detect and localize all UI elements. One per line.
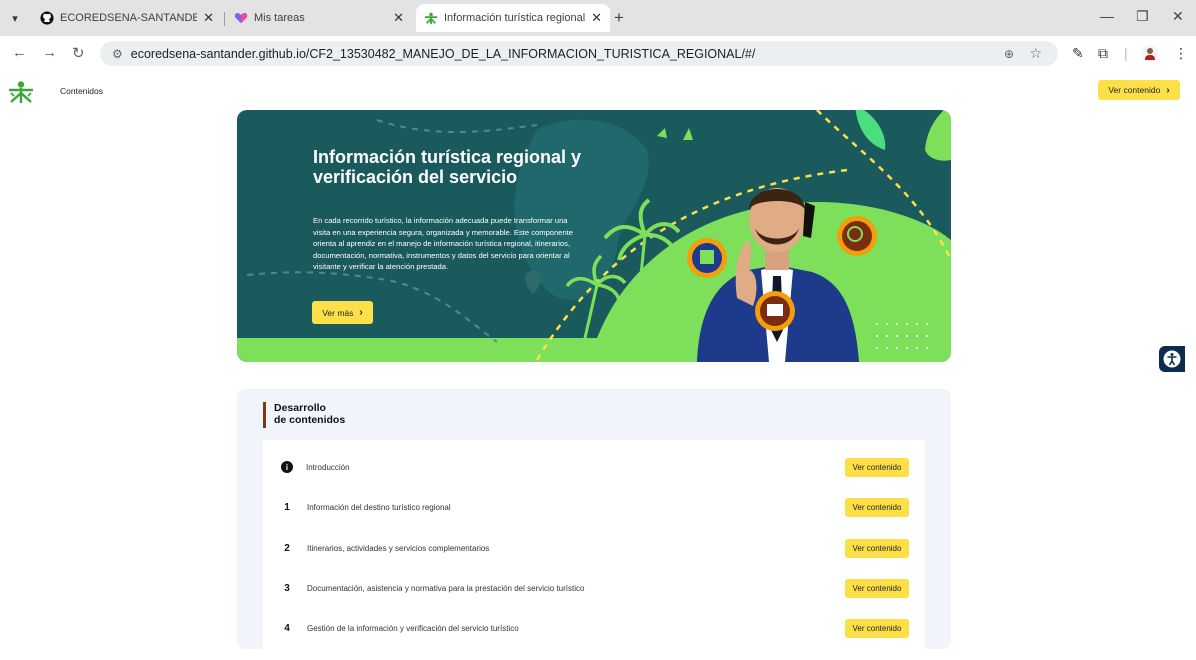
ver-contenido-top-button[interactable]: Ver contenido ›: [1098, 80, 1180, 100]
back-icon[interactable]: ←: [12, 44, 27, 61]
new-tab-button[interactable]: +: [614, 8, 624, 28]
accessibility-button[interactable]: [1159, 346, 1185, 372]
address-bar[interactable]: ⚙ ecoredsena-santander.github.io/CF2_135…: [100, 41, 1058, 66]
ver-mas-label: Ver más: [322, 307, 354, 318]
accessibility-icon: [1163, 350, 1181, 368]
ver-contenido-button[interactable]: Ver contenido: [845, 538, 909, 558]
url-text: ecoredsena-santander.github.io/CF2_13530…: [130, 46, 756, 61]
tab-title: ECOREDSENA-SANTANDER/CF2_1: [60, 12, 198, 24]
hero-banner: Información turística regional y verific…: [237, 110, 951, 362]
contents-title-line2: de contenidos: [274, 414, 346, 426]
list-item-introduccion[interactable]: i Introducción Ver contenido: [263, 447, 925, 487]
list-item-label: Itinerarios, actividades y servicios com…: [307, 543, 490, 553]
tab-title: Información turística regional y ve: [444, 12, 586, 24]
list-item-label: Gestión de la información y verificación…: [307, 623, 519, 633]
list-item-4[interactable]: 4 Gestión de la información y verificaci…: [263, 608, 925, 648]
list-item-number: 3: [284, 582, 290, 594]
list-item-3[interactable]: 3 Documentación, asistencia y normativa …: [263, 568, 925, 608]
sena-logo-icon[interactable]: [8, 80, 34, 104]
zoom-icon[interactable]: ⊕: [1004, 47, 1014, 61]
close-window-icon[interactable]: ✕: [1172, 8, 1184, 25]
tab-mis-tareas[interactable]: Mis tareas ✕: [226, 4, 412, 32]
tab-informacion-turistica[interactable]: Información turística regional y ve ✕: [416, 4, 610, 32]
restore-icon[interactable]: ❐: [1136, 8, 1149, 25]
contents-title: Desarrollo de contenidos: [274, 402, 345, 426]
contenidos-link[interactable]: Contenidos: [60, 86, 103, 96]
contents-title-line1: Desarrollo: [274, 402, 326, 414]
eyedropper-extension-icon[interactable]: ✎: [1072, 45, 1084, 62]
tab-title: Mis tareas: [254, 12, 305, 24]
github-icon: [40, 11, 54, 25]
list-item-number: 4: [284, 622, 290, 634]
ver-mas-button[interactable]: Ver más ›: [312, 301, 373, 324]
browser-toolbar: ← → ↻ ⚙ ecoredsena-santander.github.io/C…: [0, 36, 1196, 70]
ver-contenido-label: Ver contenido: [1108, 85, 1161, 95]
tab-github[interactable]: ECOREDSENA-SANTANDER/CF2_1 ✕: [32, 4, 222, 32]
profile-avatar-icon[interactable]: [1142, 45, 1158, 61]
tab-search-chevron-icon[interactable]: ▾: [6, 9, 24, 27]
list-item-label: Introducción: [306, 462, 350, 472]
close-tab-icon[interactable]: ✕: [393, 10, 404, 26]
minimize-icon[interactable]: —: [1100, 8, 1114, 24]
close-tab-icon[interactable]: ✕: [203, 10, 214, 26]
chevron-right-icon: ›: [1166, 84, 1170, 96]
ver-contenido-button[interactable]: Ver contenido: [845, 618, 909, 638]
forward-icon[interactable]: →: [42, 44, 57, 61]
extensions-puzzle-icon[interactable]: ⧉: [1098, 45, 1108, 62]
site-settings-icon[interactable]: ⚙: [112, 47, 123, 61]
ver-contenido-button[interactable]: Ver contenido: [845, 457, 909, 477]
contents-panel: Desarrollo de contenidos i Introducción …: [237, 389, 951, 660]
info-icon: i: [281, 461, 293, 473]
close-tab-icon[interactable]: ✕: [591, 10, 602, 26]
list-item-label: Información del destino turístico region…: [307, 502, 451, 512]
ver-contenido-button[interactable]: Ver contenido: [845, 497, 909, 517]
ver-contenido-button[interactable]: Ver contenido: [845, 578, 909, 598]
bookmark-star-icon[interactable]: ☆: [1029, 45, 1042, 62]
hero-description: En cada recorrido turístico, la informac…: [313, 216, 574, 272]
sena-icon: [424, 12, 438, 25]
hero-title: Información turística regional y verific…: [313, 147, 582, 187]
browser-tab-bar: ▾ ECOREDSENA-SANTANDER/CF2_1 ✕ Mis tarea…: [0, 0, 1196, 36]
list-item-1[interactable]: 1 Información del destino turístico regi…: [263, 487, 925, 527]
list-item-label: Documentación, asistencia y normativa pa…: [307, 583, 585, 593]
toolbar-divider: |: [1124, 45, 1128, 61]
list-item-2[interactable]: 2 Itinerarios, actividades y servicios c…: [263, 528, 925, 568]
tab-separator: [224, 12, 225, 26]
title-accent-bar: [263, 402, 266, 428]
browser-menu-icon[interactable]: ⋮: [1174, 45, 1188, 62]
heart-icon: [234, 12, 248, 24]
contents-list: i Introducción Ver contenido 1 Informaci…: [263, 440, 925, 660]
chevron-right-icon: ›: [359, 307, 363, 318]
reload-icon[interactable]: ↻: [72, 44, 85, 62]
list-item-number: 2: [284, 542, 290, 554]
list-item-number: 1: [284, 501, 290, 513]
